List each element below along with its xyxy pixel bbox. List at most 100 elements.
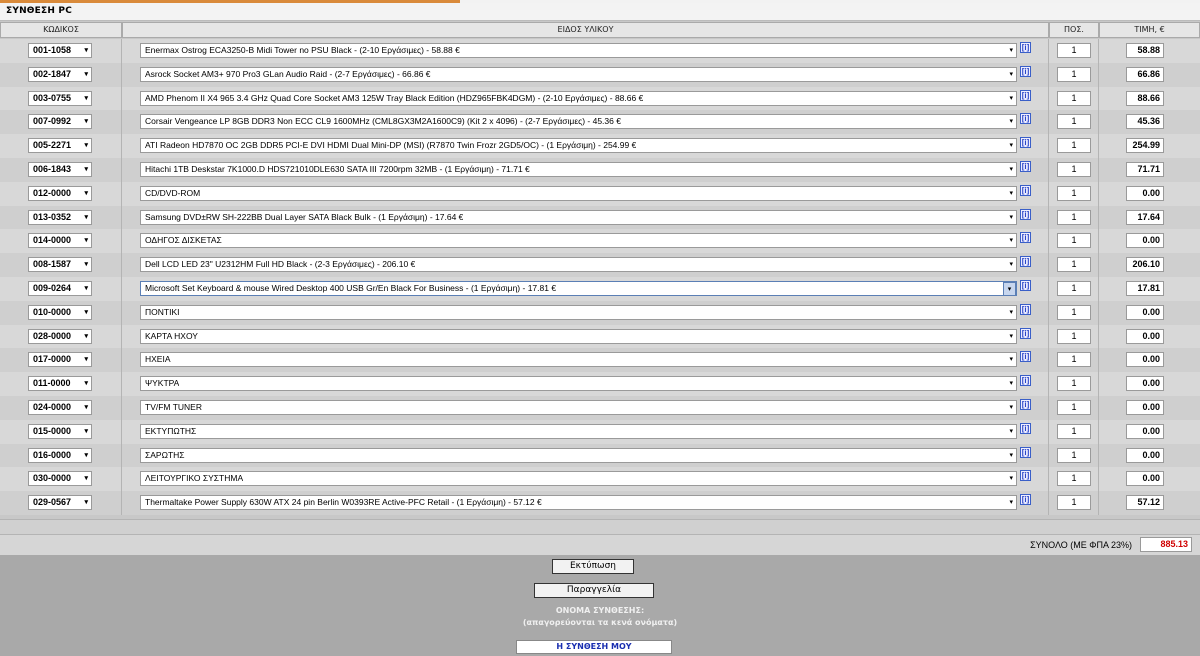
info-icon[interactable]: [i]: [1020, 232, 1031, 244]
info-icon[interactable]: [i]: [1020, 280, 1031, 291]
item-select[interactable]: ΗΧΕΙΑ ▾: [140, 352, 1017, 368]
quantity-input[interactable]: 1: [1057, 447, 1091, 463]
code-select[interactable]: 008-1587 ▾: [28, 257, 92, 273]
code-select[interactable]: 012-0000 ▾: [28, 185, 92, 201]
order-button[interactable]: Παραγγελία: [534, 583, 654, 598]
quantity-input[interactable]: 1: [1057, 495, 1091, 511]
chevron-down-icon[interactable]: ▾: [84, 258, 88, 271]
print-button[interactable]: Εκτύπωση: [552, 559, 634, 574]
info-icon[interactable]: [i]: [1020, 137, 1031, 149]
chevron-down-icon[interactable]: ▾: [1009, 139, 1013, 152]
code-select[interactable]: 002-1847 ▾: [28, 66, 92, 82]
quantity-input[interactable]: 1: [1057, 423, 1091, 439]
item-select[interactable]: AMD Phenom II X4 965 3.4 GHz Quad Core S…: [140, 90, 1017, 106]
item-select[interactable]: TV/FM TUNER ▾: [140, 400, 1017, 415]
quantity-input[interactable]: 1: [1057, 138, 1091, 154]
chevron-down-icon[interactable]: ▾: [84, 92, 88, 105]
chevron-down-icon[interactable]: ▾: [1009, 425, 1013, 438]
chevron-down-icon[interactable]: ▾: [1009, 234, 1013, 247]
code-select[interactable]: 030-0000 ▾: [28, 471, 92, 487]
item-select[interactable]: Enermax Ostrog ECA3250-B Midi Tower no P…: [140, 43, 1017, 58]
chevron-down-icon[interactable]: ▾: [84, 187, 88, 200]
item-select[interactable]: ΟΔΗΓΟΣ ΔΙΣΚΕΤΑΣ ▾: [140, 233, 1017, 249]
item-select[interactable]: Samsung DVD±RW SH-222BB Dual Layer SATA …: [140, 209, 1017, 225]
item-select[interactable]: Microsoft Set Keyboard & mouse Wired Des…: [140, 281, 1017, 296]
info-icon[interactable]: [i]: [1020, 494, 1031, 506]
chevron-down-icon[interactable]: ▾: [84, 353, 88, 366]
chevron-down-icon[interactable]: ▾: [1009, 449, 1013, 462]
code-select[interactable]: 028-0000 ▾: [28, 328, 92, 344]
chevron-down-icon[interactable]: ▾: [84, 282, 88, 295]
item-select[interactable]: ΛΕΙΤΟΥΡΓΙΚΟ ΣΥΣΤΗΜΑ ▾: [140, 471, 1017, 487]
item-select[interactable]: Asrock Socket AM3+ 970 Pro3 GLan Audio R…: [140, 66, 1017, 82]
code-select[interactable]: 010-0000 ▾: [28, 304, 92, 320]
info-icon[interactable]: [i]: [1020, 89, 1031, 101]
item-select[interactable]: Thermaltake Power Supply 630W ATX 24 pin…: [140, 495, 1017, 511]
quantity-input[interactable]: 1: [1057, 66, 1091, 82]
chevron-down-icon[interactable]: ▾: [84, 496, 88, 509]
chevron-down-icon[interactable]: ▾: [1009, 472, 1013, 485]
code-select[interactable]: 003-0755 ▾: [28, 90, 92, 106]
info-icon[interactable]: [i]: [1020, 42, 1031, 53]
info-icon[interactable]: [i]: [1020, 256, 1031, 268]
item-select[interactable]: CD/DVD-ROM ▾: [140, 185, 1017, 201]
chevron-down-icon[interactable]: ▾: [1009, 187, 1013, 200]
chevron-down-icon[interactable]: ▾: [84, 401, 88, 414]
chevron-down-icon[interactable]: ▾: [84, 330, 88, 343]
composition-name-input[interactable]: Η ΣΥΝΘΕΣΗ ΜΟΥ: [516, 640, 672, 654]
info-icon[interactable]: [i]: [1020, 375, 1031, 387]
info-icon[interactable]: [i]: [1020, 113, 1031, 125]
quantity-input[interactable]: 1: [1057, 90, 1091, 106]
chevron-down-icon[interactable]: ▾: [84, 472, 88, 485]
quantity-input[interactable]: 1: [1057, 233, 1091, 249]
info-icon[interactable]: [i]: [1020, 446, 1031, 458]
item-select[interactable]: ΠΟΝΤΙΚΙ ▾: [140, 304, 1017, 320]
code-select[interactable]: 001-1058 ▾: [28, 43, 92, 58]
info-icon[interactable]: [i]: [1020, 422, 1031, 434]
code-select[interactable]: 007-0992 ▾: [28, 114, 92, 130]
chevron-down-icon[interactable]: ▾: [1009, 401, 1013, 414]
quantity-input[interactable]: 1: [1057, 471, 1091, 487]
quantity-input[interactable]: 1: [1057, 185, 1091, 201]
code-select[interactable]: 006-1843 ▾: [28, 162, 92, 177]
quantity-input[interactable]: 1: [1057, 304, 1091, 320]
info-icon[interactable]: [i]: [1020, 399, 1031, 410]
quantity-input[interactable]: 1: [1057, 376, 1091, 392]
chevron-down-icon[interactable]: ▾: [1009, 211, 1013, 224]
item-select[interactable]: ATI Radeon HD7870 OC 2GB DDR5 PCI-E DVI …: [140, 138, 1017, 154]
chevron-down-icon[interactable]: ▾: [84, 115, 88, 128]
chevron-down-icon[interactable]: ▾: [1009, 258, 1013, 271]
chevron-down-icon[interactable]: ▾: [1009, 44, 1013, 57]
item-select[interactable]: ΨΥΚΤΡΑ ▾: [140, 376, 1017, 392]
chevron-down-icon[interactable]: ▾: [1009, 330, 1013, 343]
chevron-down-icon[interactable]: ▾: [1009, 115, 1013, 128]
chevron-down-icon[interactable]: ▾: [84, 44, 88, 57]
quantity-input[interactable]: 1: [1057, 328, 1091, 344]
info-icon[interactable]: [i]: [1020, 184, 1031, 196]
item-select[interactable]: Hitachi 1TB Deskstar 7K1000.D HDS721010D…: [140, 162, 1017, 177]
code-select[interactable]: 024-0000 ▾: [28, 400, 92, 415]
info-icon[interactable]: [i]: [1020, 208, 1031, 220]
chevron-down-icon[interactable]: ▾: [1009, 163, 1013, 176]
item-select[interactable]: Dell LCD LED 23" U2312HM Full HD Black -…: [140, 257, 1017, 273]
item-select[interactable]: ΚΑΡΤΑ ΗΧΟΥ ▾: [140, 328, 1017, 344]
code-select[interactable]: 017-0000 ▾: [28, 352, 92, 368]
quantity-input[interactable]: 1: [1057, 352, 1091, 368]
info-icon[interactable]: [i]: [1020, 327, 1031, 339]
quantity-input[interactable]: 1: [1057, 162, 1091, 177]
code-select[interactable]: 016-0000 ▾: [28, 447, 92, 463]
chevron-down-icon[interactable]: ▾: [1009, 496, 1013, 509]
chevron-down-icon[interactable]: ▾: [84, 163, 88, 176]
code-select[interactable]: 009-0264 ▾: [28, 281, 92, 296]
chevron-down-icon[interactable]: ▾: [84, 449, 88, 462]
chevron-down-icon[interactable]: ▾: [1009, 92, 1013, 105]
quantity-input[interactable]: 1: [1057, 400, 1091, 415]
chevron-down-icon[interactable]: ▾: [1009, 377, 1013, 390]
chevron-down-icon[interactable]: ▾: [84, 377, 88, 390]
chevron-down-icon[interactable]: ▾: [84, 139, 88, 152]
quantity-input[interactable]: 1: [1057, 257, 1091, 273]
quantity-input[interactable]: 1: [1057, 43, 1091, 58]
info-icon[interactable]: [i]: [1020, 303, 1031, 315]
chevron-down-icon[interactable]: ▾: [84, 211, 88, 224]
chevron-down-icon[interactable]: ▾: [84, 68, 88, 81]
